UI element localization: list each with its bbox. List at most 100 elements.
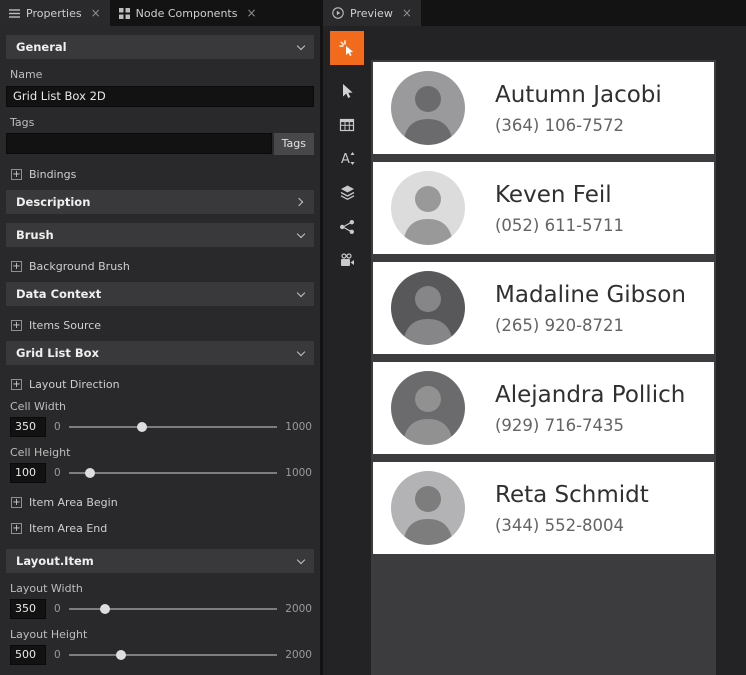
background-brush-expander[interactable]: Background Brush	[11, 260, 312, 273]
contact-phone: (265) 920-8721	[495, 316, 714, 335]
items-source-expander[interactable]: Items Source	[11, 319, 312, 332]
preview-toolbar: A	[323, 26, 371, 675]
layout-direction-expander[interactable]: Layout Direction	[11, 378, 312, 391]
section-title: Layout.Item	[16, 554, 94, 568]
cell-width-slider[interactable]	[69, 421, 278, 433]
items-source-label: Items Source	[29, 319, 101, 332]
section-general[interactable]: General	[6, 35, 314, 59]
list-item[interactable]: Keven Feil (052) 611-5711	[373, 162, 714, 254]
contact-phone: (344) 552-8004	[495, 516, 714, 535]
bindings-expander[interactable]: Bindings	[11, 168, 312, 181]
plus-icon	[11, 379, 22, 390]
cell-height-field[interactable]	[10, 463, 46, 483]
tags-label: Tags	[10, 116, 312, 129]
camera-tool-icon[interactable]	[330, 245, 364, 276]
tab-preview[interactable]: Preview	[323, 0, 421, 26]
chevron-down-icon	[297, 42, 305, 50]
section-title: General	[16, 40, 67, 54]
section-title: Data Context	[16, 287, 101, 301]
close-icon[interactable]	[402, 7, 412, 19]
node-graph-tool-icon[interactable]	[330, 211, 364, 242]
layout-width-slider-row: 0 2000	[10, 599, 312, 619]
contact-phone: (364) 106-7572	[495, 116, 714, 135]
slider-thumb[interactable]	[100, 604, 110, 614]
contact-phone: (052) 611-5711	[495, 216, 714, 235]
plus-icon	[11, 261, 22, 272]
list-item[interactable]: Alejandra Pollich (929) 716-7435	[373, 362, 714, 454]
chevron-down-icon	[297, 229, 305, 237]
bindings-label: Bindings	[29, 168, 76, 181]
preview-body: A Autumn Ja	[323, 26, 746, 675]
plus-icon	[11, 169, 22, 180]
cell-width-slider-row: 0 1000	[10, 417, 312, 437]
avatar	[391, 471, 465, 545]
slider-max: 2000	[285, 603, 312, 615]
preview-panel: Preview A	[323, 0, 746, 675]
tab-label: Node Components	[136, 7, 238, 20]
name-field[interactable]	[6, 86, 314, 107]
play-circle-icon	[332, 7, 344, 19]
close-icon[interactable]	[246, 7, 256, 19]
layers-tool-icon[interactable]	[330, 177, 364, 208]
contact-name: Madaline Gibson	[495, 282, 714, 308]
avatar	[391, 71, 465, 145]
list-item[interactable]: Madaline Gibson (265) 920-8721	[373, 262, 714, 354]
list-item[interactable]: Autumn Jacobi (364) 106-7572	[373, 62, 714, 154]
slider-thumb[interactable]	[137, 422, 147, 432]
section-title: Description	[16, 195, 90, 209]
preview-main: Autumn Jacobi (364) 106-7572 Keven Feil …	[371, 26, 746, 675]
layout-height-field[interactable]	[10, 645, 46, 665]
slider-min: 0	[54, 603, 61, 615]
table-tool-icon[interactable]	[330, 109, 364, 140]
cell-width-field[interactable]	[10, 417, 46, 437]
slider-thumb[interactable]	[85, 468, 95, 478]
name-label: Name	[10, 68, 312, 81]
layout-height-slider[interactable]	[69, 649, 278, 661]
slider-thumb[interactable]	[116, 650, 126, 660]
section-data-context[interactable]: Data Context	[6, 282, 314, 306]
tags-field[interactable]	[6, 133, 272, 154]
pointer-tool-icon[interactable]	[330, 75, 364, 106]
plus-icon	[11, 497, 22, 508]
layout-width-slider[interactable]	[69, 603, 278, 615]
preview-viewport: Autumn Jacobi (364) 106-7572 Keven Feil …	[371, 60, 716, 675]
slider-max: 1000	[285, 467, 312, 479]
slider-min: 0	[54, 421, 61, 433]
layout-height-slider-row: 0 2000	[10, 645, 312, 665]
list-item[interactable]: Reta Schmidt (344) 552-8004	[373, 462, 714, 554]
pick-tool-icon[interactable]	[330, 31, 364, 65]
chevron-right-icon	[295, 197, 303, 205]
section-title: Brush	[16, 228, 54, 242]
item-area-begin-expander[interactable]: Item Area Begin	[11, 496, 312, 509]
plus-icon	[11, 320, 22, 331]
slider-min: 0	[54, 649, 61, 661]
slider-track	[69, 426, 278, 428]
slider-track	[69, 654, 278, 656]
contact-phone: (929) 716-7435	[495, 416, 714, 435]
contact-name: Alejandra Pollich	[495, 382, 714, 408]
tab-properties[interactable]: Properties	[0, 0, 110, 26]
cell-height-slider[interactable]	[69, 467, 278, 479]
section-grid-list-box[interactable]: Grid List Box	[6, 341, 314, 365]
preview-tab-bar: Preview	[323, 0, 746, 26]
chevron-down-icon	[297, 347, 305, 355]
section-brush[interactable]: Brush	[6, 223, 314, 247]
cell-height-label: Cell Height	[10, 446, 312, 459]
item-area-end-expander[interactable]: Item Area End	[11, 522, 312, 535]
section-layout-item[interactable]: Layout.Item	[6, 549, 314, 573]
text-tool-icon[interactable]: A	[330, 143, 364, 174]
item-area-end-label: Item Area End	[29, 522, 107, 535]
slider-max: 2000	[285, 649, 312, 661]
plus-icon	[11, 523, 22, 534]
layout-width-field[interactable]	[10, 599, 46, 619]
slider-max: 1000	[285, 421, 312, 433]
tab-label: Preview	[350, 7, 393, 20]
tags-button[interactable]: Tags	[274, 133, 314, 155]
tab-node-components[interactable]: Node Components	[110, 0, 266, 26]
close-icon[interactable]	[91, 7, 101, 19]
properties-panel: Properties Node Components General Name …	[0, 0, 320, 675]
left-tab-bar: Properties Node Components	[0, 0, 320, 26]
avatar	[391, 271, 465, 345]
section-description[interactable]: Description	[6, 190, 314, 214]
tags-row: Tags	[6, 133, 314, 155]
